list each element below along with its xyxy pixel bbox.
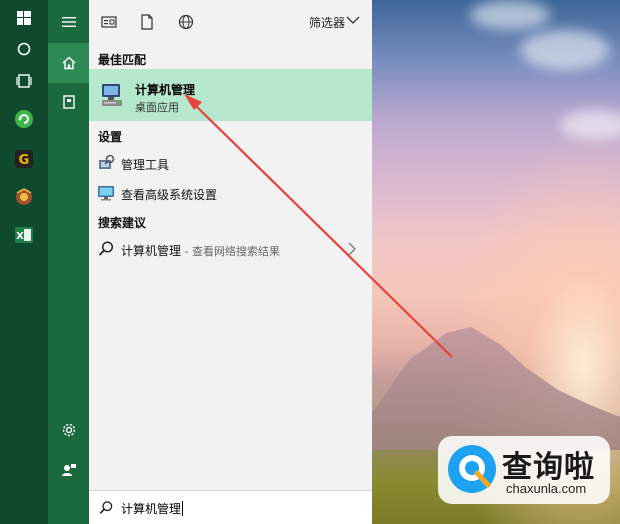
cloud — [470, 0, 550, 30]
task-view-icon[interactable] — [9, 68, 39, 94]
web-suggestion-suffix: - 查看网络搜索结果 — [181, 245, 280, 258]
best-match-subtitle: 桌面应用 — [135, 101, 179, 114]
app-game-icon[interactable] — [9, 184, 39, 210]
apps-filter-icon[interactable] — [99, 12, 119, 32]
start-menu-rail — [48, 0, 89, 524]
taskbar: G X — [0, 0, 48, 524]
windows-start-icon[interactable] — [9, 5, 39, 31]
admin-tools-icon — [99, 154, 115, 169]
search-icon — [98, 241, 114, 256]
web-suggestion-label: 计算机管理 - 查看网络搜索结果 — [121, 244, 280, 258]
web-suggestion-item[interactable]: 计算机管理 - 查看网络搜索结果 — [89, 235, 372, 263]
settings-item-label: 查看高级系统设置 — [121, 188, 218, 202]
documents-filter-icon[interactable] — [137, 12, 157, 32]
web-filter-globe-icon[interactable] — [176, 12, 196, 32]
cloud — [520, 30, 610, 70]
app-g-browser-icon[interactable]: G — [9, 146, 39, 172]
watermark-q-icon — [448, 445, 496, 493]
watermark-main-text: 查询啦 — [502, 450, 595, 485]
settings-gear-icon[interactable] — [48, 410, 89, 450]
settings-item-advanced-system[interactable]: 查看高级系统设置 — [89, 179, 372, 207]
notebook-icon[interactable] — [48, 82, 89, 122]
svg-text:G: G — [19, 153, 30, 168]
chevron-down-icon[interactable] — [346, 15, 360, 25]
filter-dropdown-label[interactable]: 筛选器 — [309, 14, 345, 31]
suggestions-heading: 搜索建议 — [98, 216, 147, 230]
cortana-icon[interactable] — [9, 36, 39, 62]
search-box-icon — [99, 501, 113, 514]
best-match-result[interactable]: 计算机管理 桌面应用 — [89, 69, 372, 121]
computer-management-icon — [102, 84, 122, 106]
search-box[interactable]: 计算机管理 — [89, 490, 372, 524]
watermark-sub-text: chaxunla.com — [506, 481, 587, 496]
chevron-right-icon[interactable] — [347, 241, 357, 257]
monitor-icon — [98, 186, 114, 201]
hamburger-menu-icon[interactable] — [48, 2, 89, 42]
settings-item-admin-tools[interactable]: 管理工具 — [89, 149, 372, 177]
search-results-panel: 筛选器 最佳匹配 计算机管理 桌面应用 设置 管理工具 查看高级系统设置 搜索建… — [89, 0, 372, 524]
home-icon[interactable] — [48, 43, 89, 83]
app-excel-icon[interactable]: X — [9, 222, 39, 248]
search-scope-bar: 筛选器 — [89, 0, 372, 44]
svg-text:X: X — [16, 231, 24, 242]
settings-item-label: 管理工具 — [121, 158, 170, 172]
app-green-refresh-icon[interactable] — [9, 106, 39, 132]
best-match-heading: 最佳匹配 — [98, 53, 147, 67]
watermark-logo: 查询啦 chaxunla.com — [438, 436, 610, 504]
search-input[interactable]: 计算机管理 — [121, 500, 184, 517]
settings-heading: 设置 — [98, 130, 123, 144]
feedback-user-icon[interactable] — [48, 450, 89, 490]
best-match-title: 计算机管理 — [135, 83, 196, 97]
